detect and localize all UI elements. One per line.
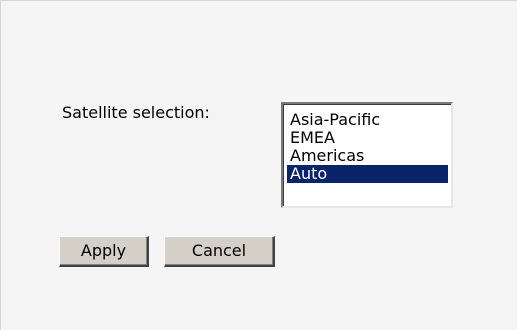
satellite-option-auto[interactable]: Auto [287,165,448,183]
cancel-button[interactable]: Cancel [164,236,275,267]
satellite-selection-label: Satellite selection: [62,103,210,122]
satellite-selection-listbox[interactable]: Asia-Pacific EMEA Americas Auto [281,102,453,208]
satellite-option-americas[interactable]: Americas [287,147,448,165]
satellite-option-emea[interactable]: EMEA [287,129,448,147]
apply-button[interactable]: Apply [59,236,149,267]
satellite-option-asia-pacific[interactable]: Asia-Pacific [287,111,448,129]
settings-panel: Satellite selection: Asia-Pacific EMEA A… [0,0,517,330]
